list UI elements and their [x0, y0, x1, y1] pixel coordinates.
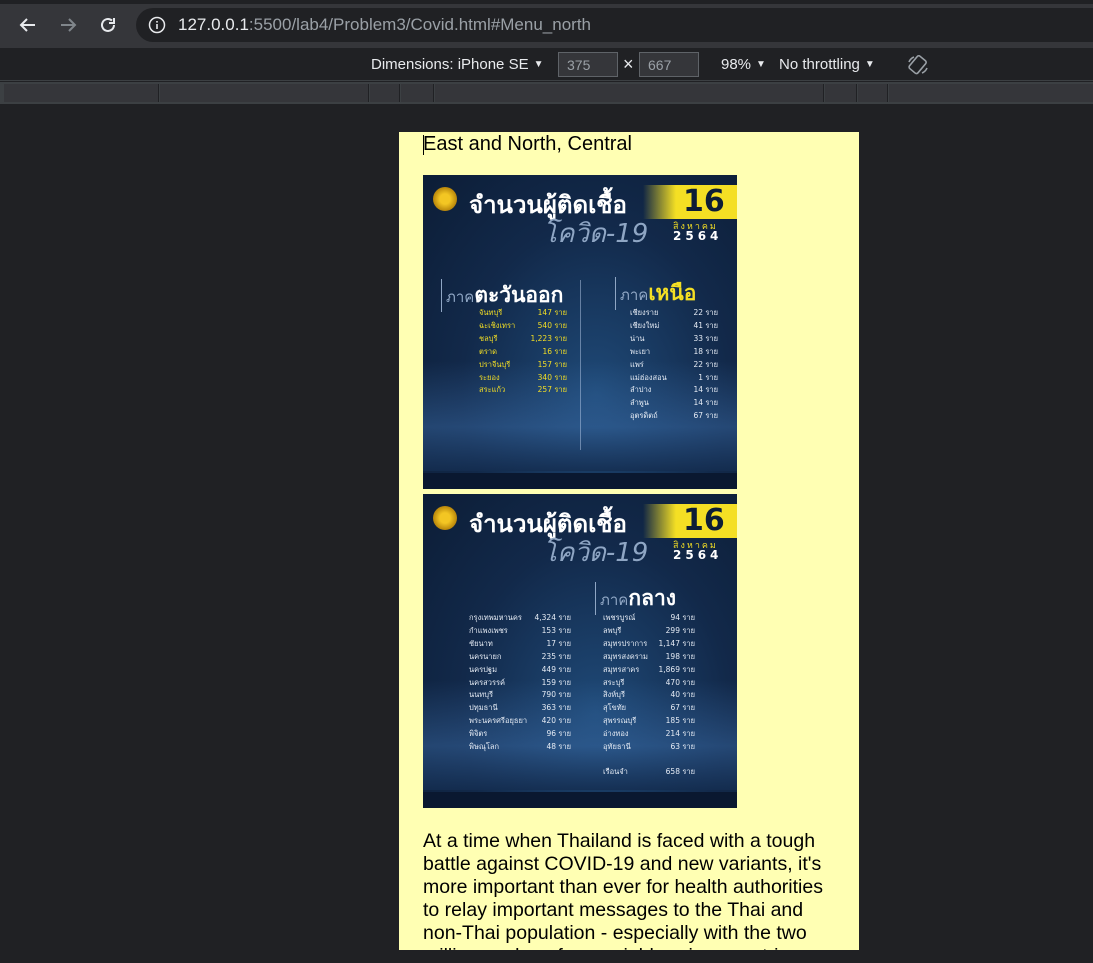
caret-down-icon: ▼ — [756, 59, 766, 70]
throttling-dropdown[interactable]: No throttling ▼ — [779, 48, 875, 81]
list-item: อุตรดิตถ์ 67 ราย — [630, 411, 718, 421]
list-item: อุทัยธานี 63 ราย — [603, 742, 695, 752]
list-item: สิงห์บุรี 40 ราย — [603, 690, 695, 700]
dimensions-dropdown[interactable]: Dimensions: iPhone SE ▼ — [371, 48, 544, 81]
list-item: สุพรรณบุรี 185 ราย — [603, 716, 695, 726]
arrow-left-icon — [19, 18, 35, 32]
covid-poster-central: จำนวนผู้ติดเชื้อ 16 โควิด-19 สิงหาคม 256… — [423, 494, 737, 808]
poster-footer — [423, 473, 737, 489]
list-item: เพชรบูรณ์ 94 ราย — [603, 613, 695, 622]
list-item: นครปฐม 449 ราย — [469, 664, 571, 674]
list-item: น่าน 33 ราย — [630, 333, 718, 343]
height-input[interactable]: 667 — [639, 52, 699, 77]
poster-subtitle: โควิด-19 — [543, 219, 649, 249]
list-item: สุโขทัย 67 ราย — [603, 703, 695, 713]
list-item: อ่างทอง 214 ราย — [603, 729, 695, 739]
list-item: ชัยนาท 17 ราย — [469, 638, 571, 648]
list-item: นครสวรรค์ 159 ราย — [469, 677, 571, 687]
list-item: สมุทรปราการ 1,147 ราย — [603, 638, 695, 648]
list-item: สมุทรสาคร 1,869 ราย — [603, 664, 695, 674]
list-item: แม่ฮ่องสอน 1 ราย — [630, 372, 718, 382]
height-input-wrap: 667 — [639, 48, 699, 81]
list-item-prison: เรือนจำ 658 ราย — [603, 766, 695, 776]
reload-button[interactable] — [93, 10, 123, 40]
poster-year: 2564 — [673, 548, 723, 562]
poster-year: 2564 — [673, 229, 723, 243]
width-input-wrap: 375 — [558, 48, 618, 81]
list-item: พิษณุโลก 48 ราย — [469, 742, 571, 752]
list-item: เชียงใหม่ 41 ราย — [630, 320, 718, 330]
ministry-seal-logo — [433, 187, 457, 211]
list-item: ลำปาง 14 ราย — [630, 385, 718, 395]
east-province-list: จันทบุรี 147 ราย ฉะเชิงเทรา 540 ราย ชลบุรี… — [479, 307, 567, 397]
list-item: ลำพูน 14 ราย — [630, 398, 718, 408]
intro-paragraph: At a time when Thailand is faced with a … — [423, 830, 823, 950]
covid-poster-east-north: จำนวนผู้ติดเชื้อ 16 โควิด-19 สิงหาคม 256… — [423, 175, 737, 489]
media-query-bar — [0, 82, 1093, 104]
list-item: ปทุมธานี 363 ราย — [469, 703, 571, 713]
page-heading: East and North, Central — [423, 133, 632, 155]
list-item: ชลบุรี 1,223 ราย — [479, 333, 567, 343]
list-item: กำแพงเพชร 153 ราย — [469, 625, 571, 635]
north-province-list: เชียงราย 22 ราย เชียงใหม่ 41 ราย น่าน 33 รา… — [630, 307, 718, 423]
list-item: เชียงราย 22 ราย — [630, 308, 718, 317]
media-query-segment[interactable] — [435, 84, 824, 102]
list-item: นนทบุรี 790 ราย — [469, 690, 571, 700]
media-query-segment[interactable] — [858, 84, 888, 102]
zoom-dropdown[interactable]: 98% ▼ — [721, 48, 766, 81]
arrow-right-icon — [61, 18, 77, 32]
list-item: พะเยา 18 ราย — [630, 346, 718, 356]
central-right-list: เพชรบูรณ์ 94 ราย ลพบุรี 299 ราย สมุทรปรากา… — [603, 612, 695, 779]
list-item: สระบุรี 470 ราย — [603, 677, 695, 687]
list-item: ฉะเชิงเทรา 540 ราย — [479, 320, 567, 330]
list-item: ปราจีนบุรี 157 ราย — [479, 359, 567, 369]
divider-line — [580, 280, 581, 450]
width-input[interactable]: 375 — [558, 52, 618, 77]
url-text: 127.0.0.1:5500/lab4/Problem3/Covid.html#… — [178, 15, 591, 34]
ministry-seal-logo — [433, 506, 457, 530]
poster-day: 16 — [683, 503, 725, 538]
poster-day: 16 — [683, 184, 725, 219]
list-item: กรุงเทพมหานคร 4,324 ราย — [469, 613, 571, 622]
rotate-icon — [908, 54, 928, 74]
poster-footer — [423, 792, 737, 808]
region-central-title: ภาคกลาง — [595, 582, 676, 615]
address-bar[interactable]: 127.0.0.1:5500/lab4/Problem3/Covid.html#… — [136, 8, 1093, 42]
list-item: สมุทรสงคราม 198 ราย — [603, 651, 695, 661]
list-item: นครนายก 235 ราย — [469, 651, 571, 661]
media-query-segment[interactable] — [4, 84, 159, 102]
list-item: พระนครศรีอยุธยา 420 ราย — [469, 716, 571, 726]
media-query-segment[interactable] — [160, 84, 369, 102]
media-query-segment[interactable] — [825, 84, 857, 102]
back-button[interactable] — [13, 10, 43, 40]
list-item: สระแก้ว 257 ราย — [479, 385, 567, 395]
media-query-segment[interactable] — [370, 84, 400, 102]
caret-down-icon: ▼ — [533, 59, 544, 70]
rotate-button[interactable] — [906, 48, 930, 81]
region-north-title: ภาคเหนือ — [615, 277, 696, 310]
list-item: พิจิตร 96 ราย — [469, 729, 571, 739]
list-item: จันทบุรี 147 ราย — [479, 308, 567, 317]
caret-down-icon: ▼ — [864, 59, 875, 70]
list-item: ตราด 16 ราย — [479, 346, 567, 356]
media-query-segment[interactable] — [889, 84, 1093, 102]
media-query-segment[interactable] — [401, 84, 434, 102]
info-icon[interactable] — [148, 16, 166, 34]
device-toolbar: Dimensions: iPhone SE ▼ 375 × 667 98% ▼ No… — [0, 48, 1093, 81]
forward-button[interactable] — [53, 10, 83, 40]
list-item: แพร่ 22 ราย — [630, 359, 718, 369]
device-viewport: East and North, Central จำนวนผู้ติดเชื้อ… — [399, 132, 859, 950]
reload-icon — [101, 17, 115, 32]
times-sign: × — [623, 54, 634, 74]
list-item: ระยอง 340 ราย — [479, 372, 567, 382]
browser-toolbar: 127.0.0.1:5500/lab4/Problem3/Covid.html#… — [0, 0, 1093, 48]
poster-subtitle: โควิด-19 — [543, 538, 649, 568]
list-item: ลพบุรี 299 ราย — [603, 625, 695, 635]
central-left-list: กรุงเทพมหานคร 4,324 ราย กำแพงเพชร 153 ราย … — [469, 612, 571, 754]
